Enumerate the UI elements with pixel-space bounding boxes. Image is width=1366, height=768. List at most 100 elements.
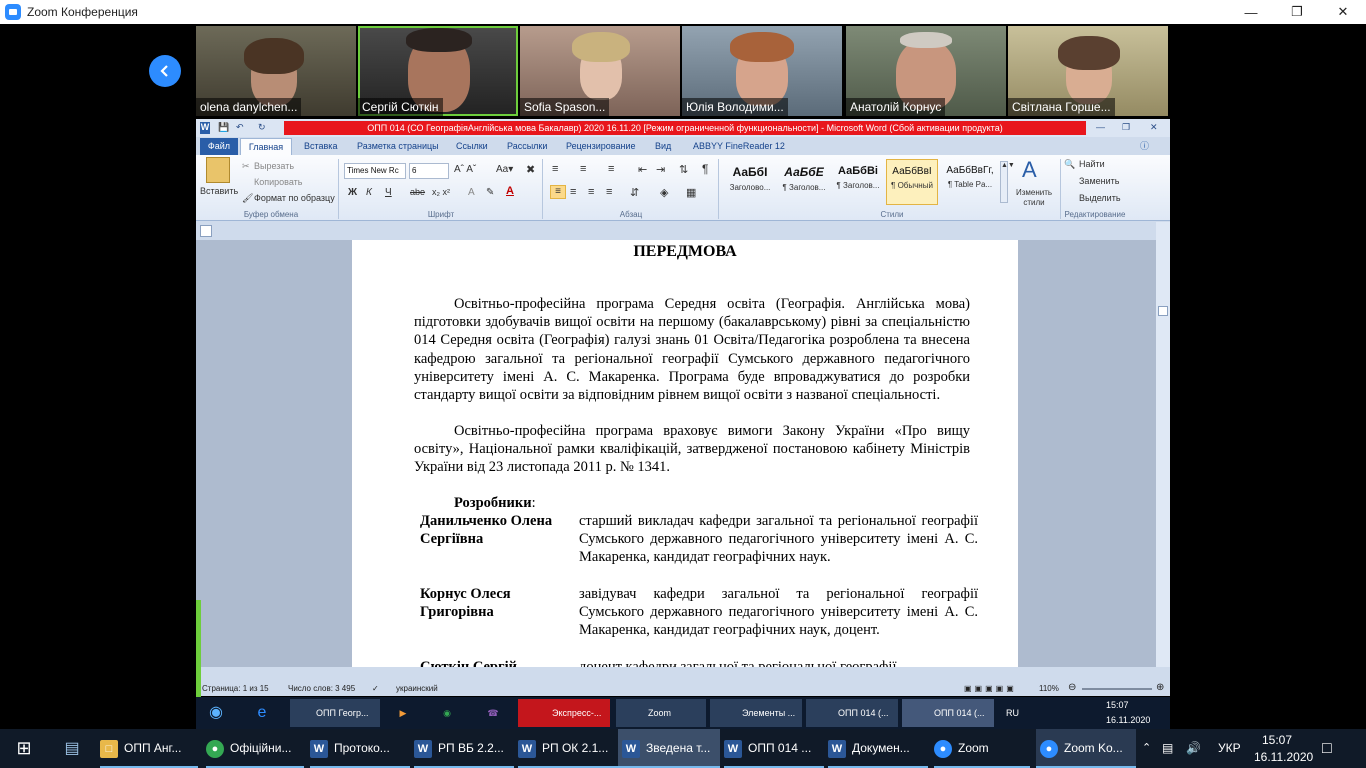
style-heading-1[interactable]: АаБбI Заголово...: [724, 159, 776, 205]
highlight-icon[interactable]: ✎: [486, 187, 494, 198]
restore-button[interactable]: ❐: [1274, 0, 1320, 24]
zoom-in-icon[interactable]: ⊕: [1156, 682, 1164, 693]
zoom-level[interactable]: 110%: [1039, 684, 1059, 693]
underline-button[interactable]: Ч: [385, 187, 392, 198]
copy-button[interactable]: Копировать: [254, 177, 302, 187]
paste-button[interactable]: Вставить: [200, 186, 238, 196]
tab-references[interactable]: Ссылки: [456, 138, 488, 155]
spellcheck-icon[interactable]: ✓: [372, 684, 379, 693]
select-button[interactable]: Выделить: [1079, 193, 1121, 203]
taskbar-item[interactable]: ● Офіційни...: [206, 729, 304, 768]
replace-button[interactable]: Заменить: [1079, 176, 1119, 186]
document-page[interactable]: ПЕРЕДМОВА Освітньо-професійна програма С…: [352, 240, 1018, 667]
view-buttons[interactable]: ▣▣▣▣▣: [964, 684, 1034, 693]
volume-icon[interactable]: 🔊: [1186, 729, 1204, 768]
taskbar-item[interactable]: W Протоко...: [310, 729, 410, 768]
subscript-button[interactable]: x₂ x²: [432, 187, 450, 197]
previous-page-button[interactable]: [149, 55, 181, 87]
decrease-indent-icon[interactable]: ⇤: [638, 163, 647, 176]
cut-button[interactable]: Вырезать: [254, 161, 294, 171]
shared-task[interactable]: Элементы ...: [710, 699, 802, 727]
shared-task[interactable]: Zoom: [616, 699, 706, 727]
taskbar-item[interactable]: W ОПП 014 ...: [724, 729, 824, 768]
participant-video[interactable]: Анатолій Корнус: [846, 26, 1006, 116]
input-language[interactable]: УКР: [1218, 729, 1241, 768]
notifications-icon[interactable]: □: [1322, 729, 1344, 768]
multilevel-list-icon[interactable]: ≡: [608, 163, 614, 175]
word-close-button[interactable]: ✕: [1150, 122, 1158, 134]
participant-video[interactable]: Світлана Горше...: [1008, 26, 1168, 116]
find-button[interactable]: Найти: [1079, 159, 1105, 169]
shared-start-icon[interactable]: ◉: [202, 699, 230, 727]
format-painter-icon[interactable]: 🖌: [242, 193, 253, 204]
tab-page-layout[interactable]: Разметка страницы: [357, 138, 439, 155]
participant-video[interactable]: Юлія Володими...: [682, 26, 842, 116]
style-table-paragraph[interactable]: АаБбВвГг, ¶ Table Pa...: [940, 159, 1000, 205]
justify-button[interactable]: ≡: [606, 186, 612, 198]
chrome-icon[interactable]: ◉: [436, 699, 458, 727]
text-effects-icon[interactable]: A: [468, 187, 475, 198]
shared-task[interactable]: ОПП 014 (...: [806, 699, 898, 727]
scroll-thumb[interactable]: [1158, 306, 1168, 316]
help-icon[interactable]: ⓘ: [1140, 138, 1149, 155]
taskbar-item[interactable]: W РП ОК 2.1...: [518, 729, 618, 768]
shared-task[interactable]: ОПП Геогр...: [290, 699, 380, 727]
tab-home[interactable]: Главная: [240, 138, 292, 155]
vertical-scrollbar[interactable]: [1156, 222, 1170, 667]
page-count[interactable]: Страница: 1 из 15: [202, 684, 269, 693]
redo-icon[interactable]: ↻: [258, 122, 266, 134]
font-color-icon[interactable]: A: [506, 185, 514, 197]
cut-icon[interactable]: ✂: [242, 161, 250, 172]
undo-icon[interactable]: ↶: [236, 122, 244, 134]
ie-icon[interactable]: e: [248, 699, 276, 727]
bold-button[interactable]: Ж: [348, 187, 357, 198]
taskbar-item[interactable]: □ ОПП Анг...: [100, 729, 198, 768]
tab-review[interactable]: Рецензирование: [566, 138, 636, 155]
clear-format-icon[interactable]: ✖: [526, 163, 535, 176]
start-icon[interactable]: ⊞: [10, 729, 38, 768]
tab-view[interactable]: Вид: [655, 138, 671, 155]
style-heading-2[interactable]: АаБбЕ ¶ Заголов...: [778, 159, 830, 205]
styles-scroll-arrows[interactable]: ▲▼: [1000, 161, 1015, 203]
save-icon[interactable]: 💾: [218, 122, 229, 134]
paste-icon[interactable]: [206, 157, 230, 183]
tab-mailings[interactable]: Рассылки: [507, 138, 547, 155]
word-restore-button[interactable]: ❐: [1122, 122, 1130, 134]
zoom-out-icon[interactable]: ⊖: [1068, 682, 1076, 693]
tab-insert[interactable]: Вставка: [304, 138, 337, 155]
taskbar-item[interactable]: W РП ВБ 2.2...: [414, 729, 514, 768]
format-painter-button[interactable]: Формат по образцу: [254, 193, 335, 203]
network-icon[interactable]: ▤: [1162, 729, 1180, 768]
taskbar-item-active[interactable]: W Зведена т...: [618, 729, 720, 768]
shared-task[interactable]: ОПП 014 (...: [902, 699, 994, 727]
participant-video[interactable]: Sofia Spason...: [520, 26, 680, 116]
numbering-icon[interactable]: ≡: [580, 163, 586, 175]
close-button[interactable]: ✕: [1320, 0, 1366, 24]
align-left-button[interactable]: ≡: [550, 185, 566, 199]
word-minimize-button[interactable]: —: [1096, 122, 1105, 134]
style-normal[interactable]: АаБбВвІ ¶ Обычный: [886, 159, 938, 205]
shading-icon[interactable]: ◈: [660, 186, 668, 199]
minimize-button[interactable]: —: [1228, 0, 1274, 24]
taskbar-item[interactable]: ● Zoom Ko...: [1036, 729, 1136, 768]
shared-task[interactable]: Экспресс-...: [518, 699, 610, 727]
change-case-icon[interactable]: Aa▾: [496, 164, 513, 175]
change-styles-icon[interactable]: A: [1022, 157, 1037, 183]
word-count[interactable]: Число слов: 3 495: [288, 684, 355, 693]
find-icon[interactable]: 🔍: [1064, 159, 1075, 170]
tab-abbyy[interactable]: ABBYY FineReader 12: [693, 138, 785, 155]
shared-language[interactable]: RU: [1006, 699, 1019, 727]
increase-indent-icon[interactable]: ⇥: [656, 163, 665, 176]
line-spacing-icon[interactable]: ⇵: [630, 186, 639, 199]
strikethrough-button[interactable]: abe: [410, 187, 425, 197]
tab-selector-icon[interactable]: [200, 225, 212, 237]
show-marks-icon[interactable]: ¶: [702, 162, 708, 176]
align-right-button[interactable]: ≡: [588, 186, 594, 198]
grow-font-icon[interactable]: Aˆ Aˇ: [454, 164, 476, 175]
sort-icon[interactable]: ⇅: [679, 163, 688, 176]
participant-video[interactable]: olena danylchen...: [196, 26, 356, 116]
viber-icon[interactable]: ☎: [482, 699, 504, 727]
font-size-select[interactable]: 6: [409, 163, 449, 179]
tab-file[interactable]: Файл: [200, 138, 238, 155]
media-icon[interactable]: ▶: [392, 699, 414, 727]
